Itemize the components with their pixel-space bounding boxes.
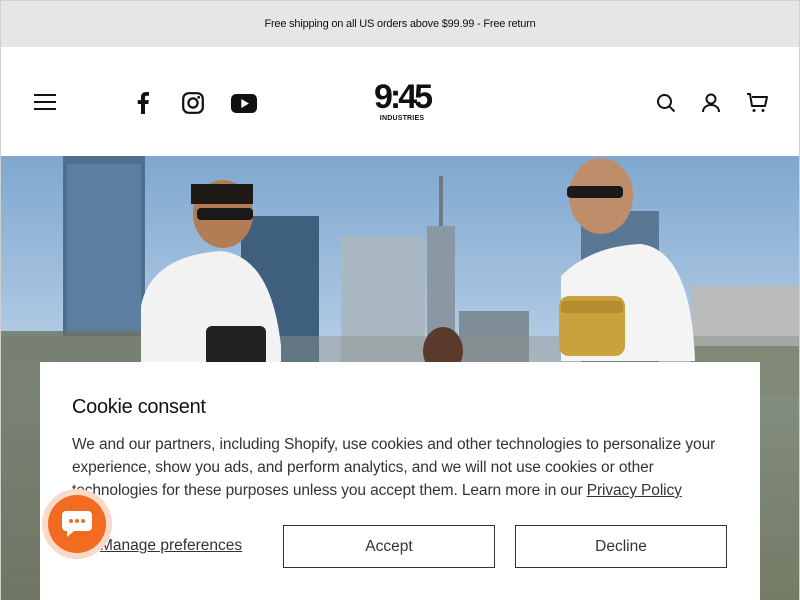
account-icon[interactable] [699, 91, 723, 115]
logo-mark: 9:45 [373, 78, 433, 116]
accept-button[interactable]: Accept [283, 525, 495, 568]
privacy-policy-link[interactable]: Privacy Policy [587, 482, 682, 499]
consent-body: We and our partners, including Shopify, … [72, 433, 728, 502]
search-icon[interactable] [654, 91, 678, 115]
facebook-icon[interactable] [130, 90, 156, 116]
site-header: 9:45 INDUSTRIES [0, 47, 800, 156]
site-logo[interactable]: 9:45 INDUSTRIES [371, 80, 433, 128]
cookie-consent-dialog: Cookie consent We and our partners, incl… [40, 362, 760, 600]
consent-actions: Manage preferences Accept Decline [40, 525, 760, 568]
consent-title: Cookie consent [72, 396, 206, 418]
chat-widget-button[interactable] [42, 489, 112, 559]
menu-icon[interactable] [34, 94, 56, 110]
announcement-text: Free shipping on all US orders above $99… [264, 18, 536, 30]
logo-subtitle: INDUSTRIES [379, 115, 425, 122]
chat-icon [48, 495, 106, 553]
announcement-bar: Free shipping on all US orders above $99… [0, 0, 800, 47]
cart-icon[interactable] [745, 91, 769, 115]
youtube-icon[interactable] [231, 90, 257, 116]
decline-button[interactable]: Decline [515, 525, 727, 568]
manage-preferences-link[interactable]: Manage preferences [100, 537, 242, 555]
instagram-icon[interactable] [180, 90, 206, 116]
